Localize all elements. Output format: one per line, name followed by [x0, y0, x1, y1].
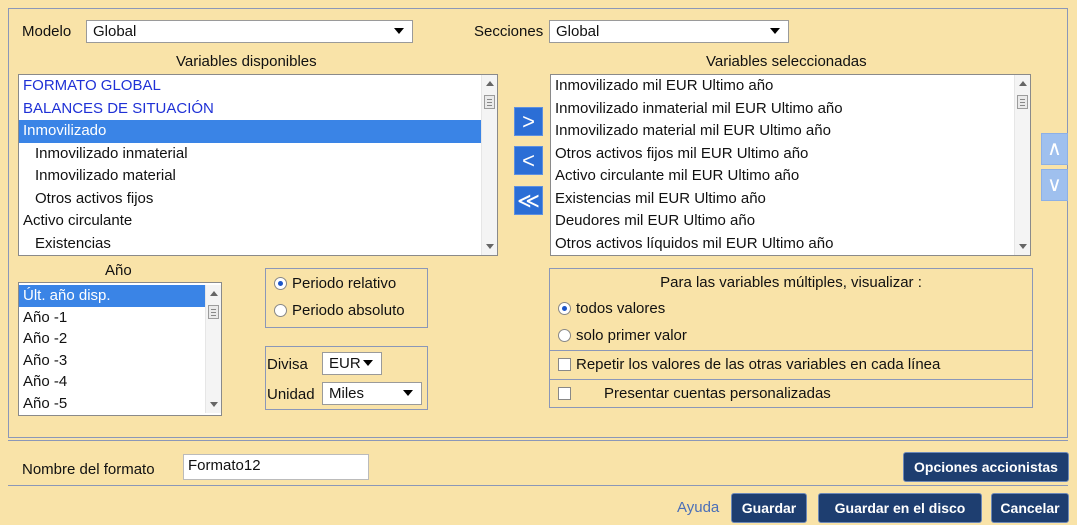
first-value-label: solo primer valor	[576, 327, 687, 344]
scroll-down-icon[interactable]	[486, 244, 494, 249]
cancel-button[interactable]: Cancelar	[991, 493, 1069, 523]
all-values-option[interactable]: todos valores	[558, 300, 665, 317]
scroll-thumb[interactable]	[1017, 95, 1028, 109]
checkbox-icon[interactable]	[558, 358, 571, 371]
modelo-label: Modelo	[22, 23, 72, 40]
repeat-values-option[interactable]: Repetir los valores de las otras variabl…	[558, 356, 940, 373]
scrollbar[interactable]	[205, 285, 221, 413]
repeat-values-label: Repetir los valores de las otras variabl…	[576, 356, 941, 373]
secciones-select[interactable]: Global	[549, 20, 789, 43]
available-variable-item[interactable]: Inmovilizado	[19, 120, 497, 143]
divider	[8, 485, 1068, 486]
unidad-value: Miles	[329, 385, 365, 402]
modelo-select[interactable]: Global	[86, 20, 413, 43]
divider	[550, 379, 1032, 380]
first-value-option[interactable]: solo primer valor	[558, 327, 687, 344]
available-title: Variables disponibles	[176, 53, 317, 70]
divisa-label: Divisa	[267, 356, 308, 373]
radio-unchecked-icon[interactable]	[274, 304, 287, 317]
year-list[interactable]: Últ. año disp. Año -1 Año -2 Año -3 Año -4 Añ…	[18, 282, 222, 416]
available-variable-item[interactable]: Activo circulante	[19, 210, 497, 233]
scroll-up-icon[interactable]	[486, 81, 494, 86]
custom-accounts-option[interactable]: Presentar cuentas personalizadas	[558, 385, 831, 402]
available-variable-item[interactable]: BALANCES DE SITUACIÓN	[19, 98, 497, 121]
radio-unchecked-icon[interactable]	[558, 329, 571, 342]
selected-variable-item[interactable]: Deudores mil EUR Ultimo año	[551, 210, 1030, 233]
chevron-down-icon	[363, 360, 373, 366]
divider	[550, 350, 1032, 351]
chevron-down-icon	[394, 28, 404, 34]
shareholder-options-button[interactable]: Opciones accionistas	[903, 452, 1069, 482]
radio-checked-icon[interactable]	[274, 277, 287, 290]
available-variables-list[interactable]: FORMATO GLOBAL BALANCES DE SITUACIÓN Inmov…	[18, 74, 498, 256]
radio-checked-icon[interactable]	[558, 302, 571, 315]
period-relative-option[interactable]: Periodo relativo	[274, 275, 396, 292]
selected-variables-list[interactable]: Inmovilizado mil EUR Ultimo año Inmoviliz…	[550, 74, 1031, 256]
move-up-button[interactable]: ∧	[1041, 133, 1068, 165]
available-variable-item[interactable]: Otros activos fijos	[19, 188, 497, 211]
unidad-label: Unidad	[267, 386, 315, 403]
scrollbar[interactable]	[1014, 75, 1030, 255]
scroll-thumb[interactable]	[484, 95, 495, 109]
year-item[interactable]: Últ. año disp.	[19, 285, 221, 307]
save-to-disk-button[interactable]: Guardar en el disco	[818, 493, 982, 523]
format-name-input[interactable]: Formato12	[183, 454, 369, 480]
secciones-value: Global	[556, 23, 600, 40]
available-variable-item[interactable]: Existencias	[19, 233, 497, 256]
add-variable-button[interactable]: >	[514, 107, 543, 136]
selected-title: Variables seleccionadas	[706, 53, 867, 70]
divider	[8, 440, 1068, 441]
custom-accounts-label: Presentar cuentas personalizadas	[604, 385, 831, 402]
divisa-value: EUR	[329, 355, 361, 372]
move-down-button[interactable]: ∨	[1041, 169, 1068, 201]
all-values-label: todos valores	[576, 300, 666, 317]
year-item[interactable]: Año -2	[19, 328, 221, 350]
remove-all-variables-button[interactable]: ≪	[514, 186, 543, 215]
period-absolute-option[interactable]: Periodo absoluto	[274, 302, 405, 319]
format-name-value: Formato12	[188, 457, 261, 474]
format-name-label: Nombre del formato	[22, 461, 155, 478]
multiple-title: Para las variables múltiples, visualizar…	[660, 274, 922, 291]
selected-variable-item[interactable]: Otros activos líquidos mil EUR Ultimo añ…	[551, 233, 1030, 256]
chevron-down-icon	[770, 28, 780, 34]
year-item[interactable]: Año -5	[19, 393, 221, 415]
available-variable-item[interactable]: FORMATO GLOBAL	[19, 75, 497, 98]
save-button[interactable]: Guardar	[731, 493, 807, 523]
chevron-down-icon	[403, 390, 413, 396]
scroll-up-icon[interactable]	[210, 291, 218, 296]
scroll-thumb[interactable]	[208, 305, 219, 319]
currency-group: Divisa EUR Unidad Miles	[265, 346, 428, 410]
help-link[interactable]: Ayuda	[677, 499, 719, 516]
unidad-select[interactable]: Miles	[322, 382, 422, 405]
period-absolute-label: Periodo absoluto	[292, 302, 405, 319]
selected-variable-item[interactable]: Inmovilizado inmaterial mil EUR Ultimo a…	[551, 98, 1030, 121]
year-title: Año	[105, 262, 132, 279]
selected-variable-item[interactable]: Otros activos fijos mil EUR Ultimo año	[551, 143, 1030, 166]
year-item[interactable]: Año -4	[19, 371, 221, 393]
period-group: Periodo relativo Periodo absoluto	[265, 268, 428, 328]
remove-variable-button[interactable]: <	[514, 146, 543, 175]
scrollbar[interactable]	[481, 75, 497, 255]
selected-variable-item[interactable]: Inmovilizado material mil EUR Ultimo año	[551, 120, 1030, 143]
modelo-value: Global	[93, 23, 137, 40]
multiple-values-group: Para las variables múltiples, visualizar…	[549, 268, 1033, 408]
year-item[interactable]: Año -3	[19, 350, 221, 372]
year-item[interactable]: Año -1	[19, 307, 221, 329]
period-relative-label: Periodo relativo	[292, 275, 397, 292]
available-variable-item[interactable]: Inmovilizado material	[19, 165, 497, 188]
scroll-down-icon[interactable]	[1019, 244, 1027, 249]
selected-variable-item[interactable]: Existencias mil EUR Ultimo año	[551, 188, 1030, 211]
secciones-label: Secciones	[474, 23, 544, 40]
selected-variable-item[interactable]: Activo circulante mil EUR Ultimo año	[551, 165, 1030, 188]
scroll-down-icon[interactable]	[210, 402, 218, 407]
selected-variable-item[interactable]: Inmovilizado mil EUR Ultimo año	[551, 75, 1030, 98]
available-variable-item[interactable]: Inmovilizado inmaterial	[19, 143, 497, 166]
checkbox-icon[interactable]	[558, 387, 571, 400]
scroll-up-icon[interactable]	[1019, 81, 1027, 86]
divisa-select[interactable]: EUR	[322, 352, 382, 375]
